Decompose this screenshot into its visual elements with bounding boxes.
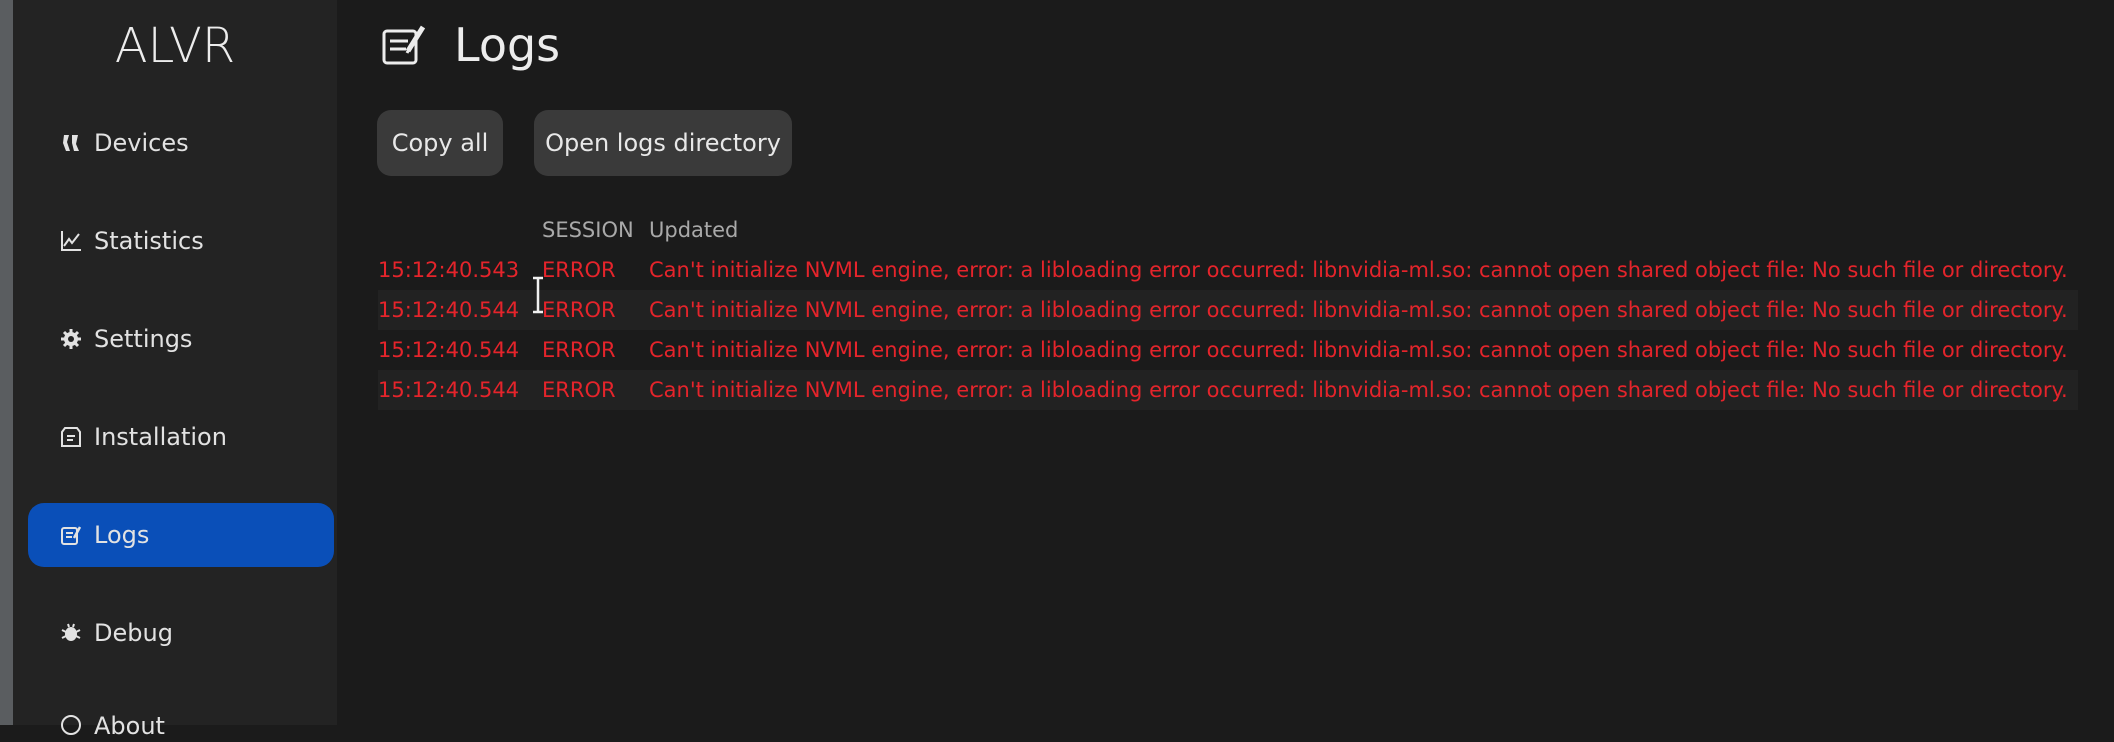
log-level: ERROR — [542, 378, 616, 402]
sidebar-item-about[interactable]: About — [28, 712, 334, 742]
window-edge — [0, 0, 13, 725]
sidebar-item-logs[interactable]: Logs — [28, 503, 334, 567]
sidebar-item-label: Logs — [94, 521, 150, 549]
open-logs-directory-button[interactable]: Open logs directory — [534, 110, 792, 176]
sidebar-item-label: Devices — [94, 129, 189, 157]
installation-icon — [58, 424, 84, 450]
main-panel: Logs Copy all Open logs directory SESSIO… — [337, 0, 2114, 725]
sidebar-item-label: Installation — [94, 423, 227, 451]
log-time: 15:12:40.544 — [378, 298, 520, 322]
log-message: Can't initialize NVML engine, error: a l… — [649, 338, 2068, 362]
sidebar-item-statistics[interactable]: Statistics — [28, 209, 334, 273]
log-time: 15:12:40.543 — [378, 258, 520, 282]
sidebar-item-label: Settings — [94, 325, 193, 353]
info-icon — [58, 712, 84, 738]
page-title-text: Logs — [454, 18, 561, 72]
gear-icon — [58, 326, 84, 352]
copy-all-button[interactable]: Copy all — [377, 110, 503, 176]
sidebar-item-label: Statistics — [94, 227, 204, 255]
log-time: 15:12:40.544 — [378, 378, 520, 402]
sidebar-item-label: About — [94, 712, 165, 740]
log-level: ERROR — [542, 258, 616, 282]
sidebar-item-settings[interactable]: Settings — [28, 307, 334, 371]
log-message: Can't initialize NVML engine, error: a l… — [649, 258, 2068, 282]
logs-icon — [380, 21, 428, 69]
log-level: ERROR — [542, 298, 616, 322]
sidebar-item-label: Debug — [94, 619, 173, 647]
log-row: 15:12:40.544 ERROR Can't initialize NVML… — [378, 370, 2078, 410]
sidebar: ALVR Devices Statistics Settings Install… — [13, 0, 337, 740]
page-title: Logs — [380, 18, 560, 72]
log-row: 15:12:40.544 ERROR Can't initialize NVML… — [378, 290, 2078, 330]
bug-icon — [58, 620, 84, 646]
sidebar-item-installation[interactable]: Installation — [28, 405, 334, 469]
chart-icon — [58, 228, 84, 254]
app-title: ALVR — [114, 18, 236, 74]
devices-icon — [58, 130, 84, 156]
log-message: Can't initialize NVML engine, error: a l… — [649, 298, 2068, 322]
sidebar-item-debug[interactable]: Debug — [28, 601, 334, 665]
log-message: Can't initialize NVML engine, error: a l… — [649, 378, 2068, 402]
log-time: 15:12:40.544 — [378, 338, 520, 362]
text-cursor-icon — [530, 276, 546, 314]
sidebar-item-devices[interactable]: Devices — [28, 111, 334, 175]
log-level: ERROR — [542, 338, 616, 362]
log-header-message: Updated — [649, 218, 739, 242]
logs-icon — [58, 522, 84, 548]
log-header-source: SESSION — [542, 218, 634, 242]
